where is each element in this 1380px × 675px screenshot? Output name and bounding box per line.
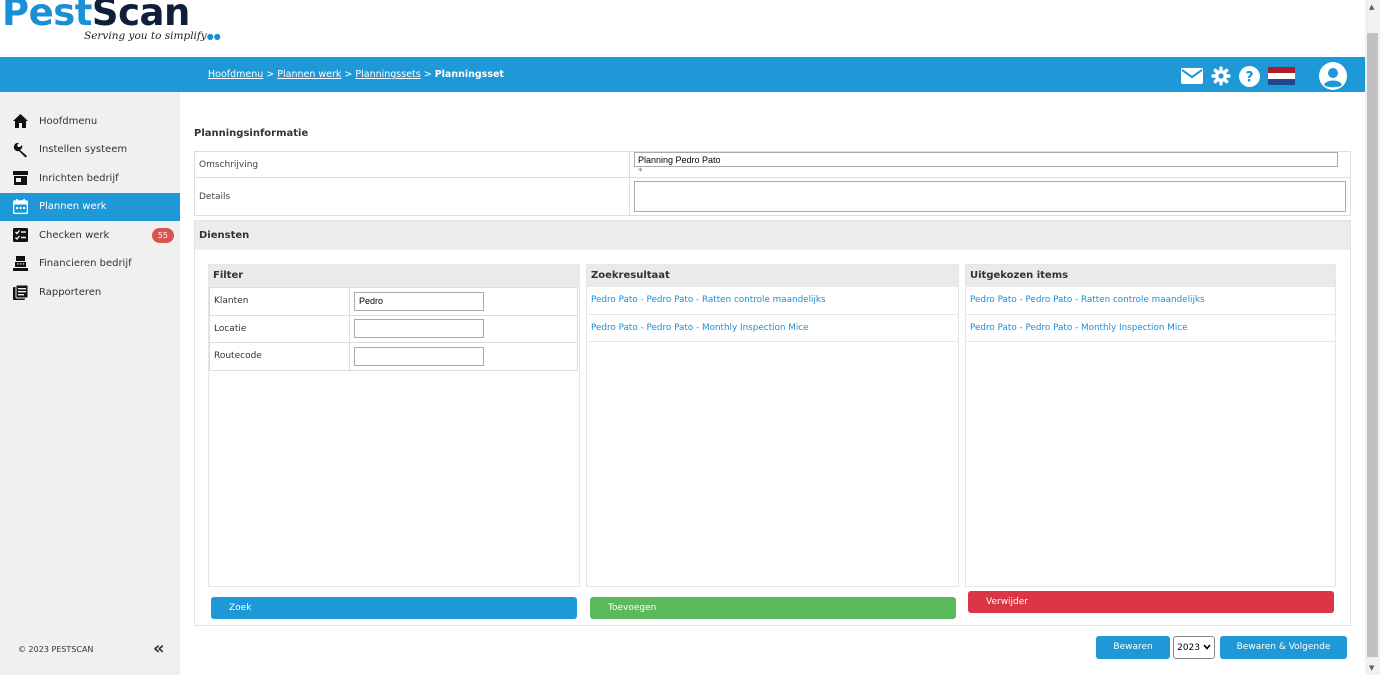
collapse-sidebar-icon[interactable]: «	[153, 640, 165, 658]
breadcrumb-separator: >	[266, 69, 275, 80]
sidebar-item-rapporteren[interactable]: Rapporteren	[0, 278, 180, 307]
diensten-section: Diensten Filter Klanten Locatie Routecod…	[194, 220, 1351, 626]
breadcrumb-separator: >	[423, 69, 432, 80]
breadcrumb-planningssets[interactable]: Planningssets	[355, 69, 420, 80]
checklist-icon	[12, 227, 28, 243]
bewaren-button[interactable]: Bewaren	[1096, 636, 1171, 659]
page-scrollbar[interactable]: ▲ ▼	[1365, 0, 1380, 675]
filter-table: Klanten Locatie Routecode	[209, 287, 578, 371]
mail-icon[interactable]	[1181, 68, 1203, 84]
bewaren-volgende-button[interactable]: Bewaren & Volgende	[1220, 636, 1347, 659]
sidebar-nav: Hoofdmenu Instellen systeem Inrichten be…	[0, 107, 180, 307]
home-icon	[12, 113, 28, 129]
section-title-planningsinformatie: Planningsinformatie	[194, 128, 309, 139]
filter-title: Filter	[209, 265, 579, 287]
uitgekozen-item[interactable]: Pedro Pato - Pedro Pato - Monthly Inspec…	[966, 315, 1335, 342]
chevron-down-icon	[1203, 643, 1211, 653]
sidebar-item-financieren-bedrijf[interactable]: Financieren bedrijf	[0, 250, 180, 279]
sidebar-item-plannen-werk[interactable]: Plannen werk	[0, 192, 180, 221]
logo-text-pest: Pest	[2, 0, 92, 34]
user-avatar-icon[interactable]	[1319, 62, 1347, 90]
logo-tagline: Serving you to simplify●●	[84, 30, 221, 42]
store-icon	[12, 170, 28, 186]
top-bar: Hoofdmenu > Plannen werk > Planningssets > Pla…	[0, 57, 1365, 92]
breadcrumb-current: Planningsset	[434, 69, 504, 80]
logo-text-scan: Scan	[91, 0, 190, 34]
sidebar-item-label: Checken werk	[39, 229, 110, 241]
filter-routecode-label: Routecode	[209, 342, 350, 371]
zoek-button[interactable]: Zoek	[211, 597, 577, 619]
diensten-title: Diensten	[195, 221, 1350, 250]
sidebar-item-label: Rapporteren	[39, 286, 102, 298]
flag-nl-icon[interactable]	[1268, 67, 1295, 85]
breadcrumb-separator: >	[344, 69, 353, 80]
filter-klanten-label: Klanten	[209, 287, 350, 316]
sidebar-item-label: Inrichten bedrijf	[39, 172, 119, 184]
sidebar-item-inrichten-bedrijf[interactable]: Inrichten bedrijf	[0, 164, 180, 193]
checken-werk-badge: 55	[151, 228, 174, 243]
year-select-value: 2023	[1177, 642, 1200, 653]
sidebar-item-label: Instellen systeem	[39, 144, 128, 156]
details-label: Details	[194, 177, 630, 216]
scroll-up-icon[interactable]: ▲	[1369, 3, 1374, 11]
cash-register-icon	[12, 256, 28, 272]
zoekresultaat-item[interactable]: Pedro Pato - Pedro Pato - Ratten control…	[587, 287, 958, 315]
help-icon[interactable]: ?	[1239, 65, 1260, 87]
sidebar: Hoofdmenu Instellen systeem Inrichten be…	[0, 92, 180, 675]
omschrijving-input[interactable]	[634, 152, 1338, 167]
logo-drops-icon: ●●	[206, 32, 221, 41]
sidebar-item-checken-werk[interactable]: Checken werk 55	[0, 221, 180, 250]
omschrijving-label: Omschrijving	[194, 151, 630, 178]
scroll-down-icon[interactable]: ▼	[1369, 664, 1374, 672]
footer-actions: Bewaren 2023 Bewaren & Volgende	[1096, 636, 1347, 659]
zoekresultaat-title: Zoekresultaat	[587, 265, 958, 287]
copyright: © 2023 PESTSCAN	[18, 645, 94, 654]
filter-klanten-input[interactable]	[354, 291, 484, 311]
sidebar-item-label: Financieren bedrijf	[39, 258, 132, 270]
sidebar-item-label: Hoofdmenu	[39, 115, 98, 127]
details-textarea[interactable]	[634, 181, 1346, 212]
gear-icon[interactable]	[1211, 66, 1231, 86]
filter-panel: Filter Klanten Locatie Routecode	[208, 264, 580, 587]
breadcrumb: Hoofdmenu > Plannen werk > Planningssets > Pla…	[208, 69, 504, 80]
zoekresultaat-item[interactable]: Pedro Pato - Pedro Pato - Monthly Inspec…	[587, 315, 958, 342]
filter-routecode-input[interactable]	[354, 346, 484, 366]
uitgekozen-item[interactable]: Pedro Pato - Pedro Pato - Ratten control…	[966, 287, 1335, 315]
required-mark: *	[638, 167, 643, 177]
uitgekozen-title: Uitgekozen items	[966, 265, 1335, 287]
main-content: Planningsinformatie Omschrijving * Detai…	[180, 92, 1365, 675]
filter-locatie-input[interactable]	[354, 319, 484, 339]
top-icons: ?	[1181, 62, 1347, 90]
page: PestScan Serving you to simplify●● Hoofd…	[0, 0, 1380, 675]
zoekresultaat-panel: Zoekresultaat Pedro Pato - Pedro Pato - …	[586, 264, 959, 587]
verwijder-button[interactable]: Verwijder	[968, 591, 1334, 613]
breadcrumb-plannen-werk[interactable]: Plannen werk	[277, 69, 341, 80]
sidebar-item-instellen-systeem[interactable]: Instellen systeem	[0, 136, 180, 165]
svg-text:?: ?	[1245, 69, 1253, 85]
sidebar-item-label: Plannen werk	[39, 201, 107, 213]
wrench-icon	[12, 142, 28, 158]
breadcrumb-hoofdmenu[interactable]: Hoofdmenu	[208, 69, 263, 80]
pestscan-logo[interactable]: PestScan Serving you to simplify●●	[2, 0, 221, 50]
report-icon	[12, 284, 28, 300]
calendar-icon	[12, 199, 28, 215]
sidebar-item-hoofdmenu[interactable]: Hoofdmenu	[0, 107, 180, 136]
year-select[interactable]: 2023	[1173, 636, 1215, 659]
filter-locatie-label: Locatie	[209, 314, 350, 343]
scrollbar-thumb[interactable]	[1367, 33, 1378, 657]
planning-info-table: Omschrijving * Details	[194, 151, 1351, 216]
toevoegen-button[interactable]: Toevoegen	[590, 597, 956, 619]
uitgekozen-panel: Uitgekozen items Pedro Pato - Pedro Pato…	[965, 264, 1336, 587]
